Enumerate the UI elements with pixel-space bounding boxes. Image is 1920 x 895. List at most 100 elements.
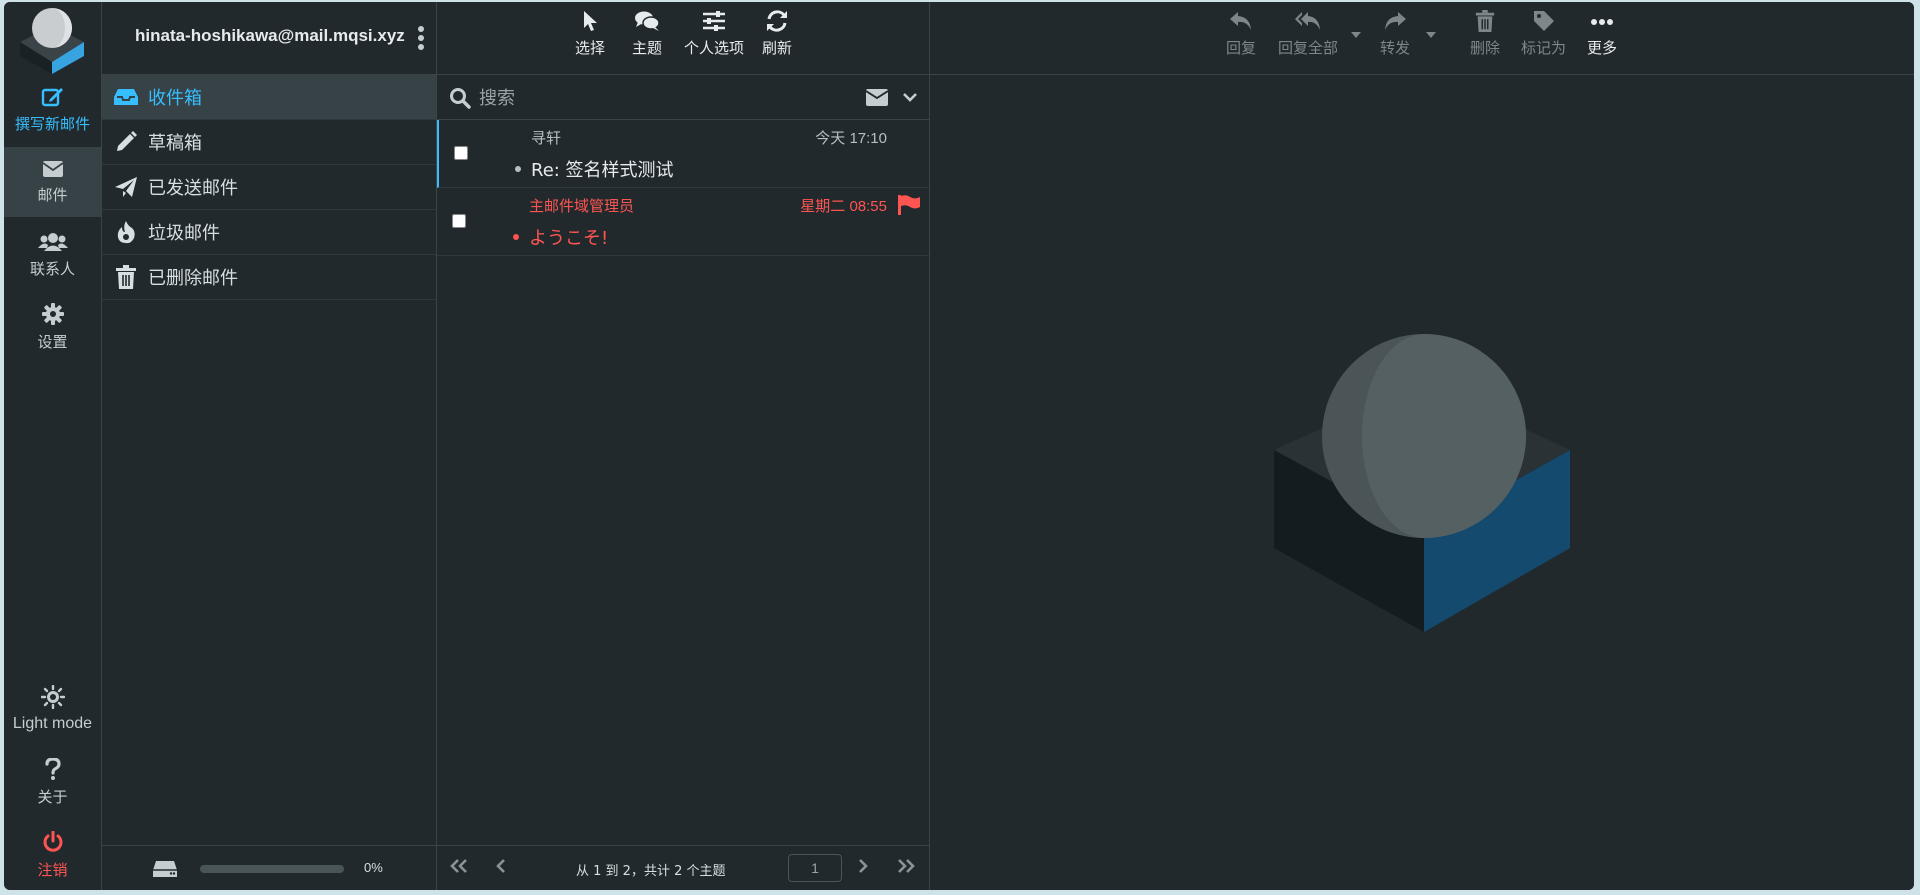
logout-button[interactable]: 注销 xyxy=(4,820,101,890)
refresh-button[interactable]: 刷新 xyxy=(762,10,792,58)
reply-all-button[interactable]: 回复全部 xyxy=(1278,10,1338,58)
reply-button[interactable]: 回复 xyxy=(1226,10,1256,58)
pagination-text: 从 1 到 2，共计 2 个主题 xyxy=(576,864,726,879)
compose-icon xyxy=(41,87,63,106)
nav-settings[interactable]: 设置 xyxy=(4,292,101,362)
search-bar xyxy=(437,75,929,120)
unread-dot xyxy=(515,166,521,172)
about-label: 关于 xyxy=(37,787,68,806)
more-button[interactable]: 更多 xyxy=(1587,10,1617,58)
search-icon[interactable] xyxy=(449,87,471,109)
nav-contacts[interactable]: 联系人 xyxy=(4,220,101,290)
message-row[interactable]: 主邮件域管理员 星期二 08:55 ようこそ! xyxy=(437,188,929,256)
message-date: 今天 17:10 xyxy=(815,130,887,147)
preview-pane: 回复 回复全部 转发 删除 标记为 更多 xyxy=(930,2,1914,890)
forward-button[interactable]: 转发 xyxy=(1380,10,1410,58)
forward-dropdown-icon[interactable] xyxy=(1426,32,1436,38)
threads-label: 主题 xyxy=(632,39,663,57)
logout-label: 注销 xyxy=(37,860,68,879)
folder-label: 垃圾邮件 xyxy=(148,223,220,244)
folder-label: 已删除邮件 xyxy=(148,268,238,289)
message-sender: 主邮件域管理员 xyxy=(529,197,635,215)
refresh-icon xyxy=(767,10,787,32)
threads-button[interactable]: 主题 xyxy=(632,10,662,58)
reply-icon xyxy=(1230,12,1251,30)
message-checkbox[interactable] xyxy=(452,214,466,228)
pagination-footer: 从 1 到 2，共计 2 个主题 1 xyxy=(437,845,929,890)
comments-icon xyxy=(635,11,660,31)
sliders-icon xyxy=(703,11,725,31)
app-window: 撰写新邮件 邮件 联系人 设置 Light mode 关于 注销 hinata-… xyxy=(4,2,1914,890)
folder-inbox[interactable]: 收件箱 xyxy=(102,75,436,120)
select-button[interactable]: 选择 xyxy=(575,10,605,58)
first-page-icon[interactable] xyxy=(449,858,469,874)
mark-button[interactable]: 标记为 xyxy=(1521,10,1566,58)
trash-icon xyxy=(116,265,136,289)
message-date: 星期二 08:55 xyxy=(800,198,887,215)
next-page-icon[interactable] xyxy=(857,858,869,874)
envelope-icon xyxy=(41,160,64,177)
reply-all-label: 回复全部 xyxy=(1278,39,1339,57)
roundcube-watermark xyxy=(1274,334,1570,632)
forward-icon xyxy=(1385,12,1406,30)
select-label: 选择 xyxy=(575,39,606,57)
quota-footer: 0% xyxy=(102,845,436,890)
message-row[interactable]: 寻轩 今天 17:10 Re: 签名样式测试 xyxy=(437,120,929,188)
gear-icon xyxy=(41,302,64,325)
page-number-input[interactable]: 1 xyxy=(788,854,842,882)
options-button[interactable]: 个人选项 xyxy=(684,10,744,58)
roundcube-logo[interactable] xyxy=(18,6,86,74)
folder-drafts[interactable]: 草稿箱 xyxy=(102,120,436,165)
folder-sent[interactable]: 已发送邮件 xyxy=(102,165,436,210)
nav-settings-label: 设置 xyxy=(37,332,68,351)
options-label: 个人选项 xyxy=(684,39,745,57)
account-menu-icon[interactable] xyxy=(416,26,426,50)
delete-button[interactable]: 删除 xyxy=(1470,10,1500,58)
flag-icon[interactable] xyxy=(897,195,921,215)
users-icon xyxy=(37,232,68,251)
reply-all-icon xyxy=(1295,12,1320,30)
trash-icon xyxy=(1475,10,1495,32)
forward-label: 转发 xyxy=(1380,39,1411,57)
refresh-label: 刷新 xyxy=(762,39,793,57)
search-input[interactable] xyxy=(477,83,841,113)
last-page-icon[interactable] xyxy=(896,858,916,874)
chevron-down-icon[interactable] xyxy=(903,92,917,102)
prev-page-icon[interactable] xyxy=(495,858,507,874)
light-mode-label: Light mode xyxy=(12,715,93,732)
folder-pane: hinata-hoshikawa@mail.mqsi.xyz 收件箱 草稿箱 已… xyxy=(102,2,437,890)
message-subject: ようこそ! xyxy=(529,228,609,249)
quota-bar xyxy=(200,865,344,873)
main-nav: 撰写新邮件 邮件 联系人 设置 Light mode 关于 注销 xyxy=(4,2,102,890)
list-toolbar: 选择 主题 个人选项 刷新 xyxy=(437,2,929,75)
message-subject: Re: 签名样式测试 xyxy=(531,160,674,181)
envelope-filter-icon[interactable] xyxy=(866,89,888,106)
nav-mail[interactable]: 邮件 xyxy=(4,147,101,217)
cursor-icon xyxy=(584,11,597,31)
about-button[interactable]: 关于 xyxy=(4,747,101,817)
light-mode-button[interactable]: Light mode xyxy=(4,674,101,744)
unread-dot xyxy=(513,234,519,240)
message-checkbox[interactable] xyxy=(454,146,468,160)
hard-drive-icon xyxy=(153,861,177,877)
message-sender: 寻轩 xyxy=(531,129,562,147)
tag-icon xyxy=(1533,11,1554,31)
compose-label: 撰写新邮件 xyxy=(14,114,90,133)
reply-all-dropdown-icon[interactable] xyxy=(1351,32,1361,38)
power-icon xyxy=(43,830,62,852)
reply-label: 回复 xyxy=(1226,39,1257,57)
folder-junk[interactable]: 垃圾邮件 xyxy=(102,210,436,255)
message-toolbar: 回复 回复全部 转发 删除 标记为 更多 xyxy=(930,2,1914,75)
quota-text: 0% xyxy=(364,860,383,875)
paper-plane-icon xyxy=(115,177,137,197)
mark-label: 标记为 xyxy=(1521,39,1567,57)
more-label: 更多 xyxy=(1587,39,1618,57)
folder-label: 收件箱 xyxy=(148,88,202,109)
sun-icon xyxy=(40,685,65,709)
account-header: hinata-hoshikawa@mail.mqsi.xyz xyxy=(102,2,436,75)
question-icon xyxy=(44,757,61,780)
ellipsis-icon xyxy=(1591,19,1613,25)
compose-button[interactable]: 撰写新邮件 xyxy=(4,74,101,144)
message-list-pane: 选择 主题 个人选项 刷新 搜索 寻轩 今天 17:10 Re: 签名样式测试 … xyxy=(437,2,930,890)
folder-trash[interactable]: 已删除邮件 xyxy=(102,255,436,300)
